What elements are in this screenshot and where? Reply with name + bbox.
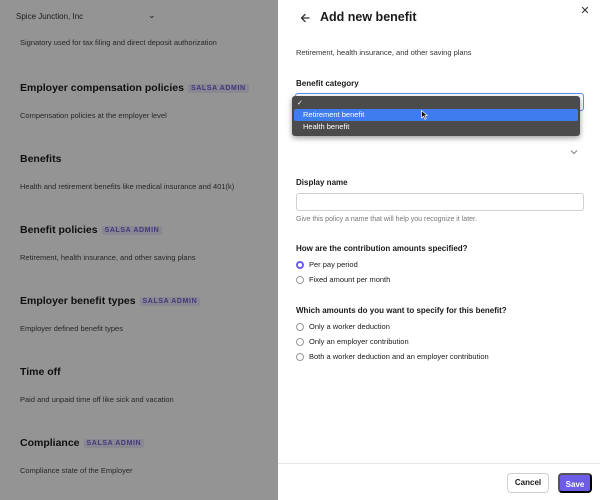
radio-per-pay-period[interactable]: Per pay period: [296, 260, 358, 269]
option-label: Retirement benefit: [303, 110, 365, 119]
radio-label: Only a worker deduction: [309, 322, 390, 331]
drawer-subtitle: Retirement, health insurance, and other …: [296, 48, 472, 57]
close-icon[interactable]: ✕: [578, 4, 592, 18]
radio-label: Per pay period: [309, 260, 358, 269]
add-benefit-drawer: ✕ Add new benefit Retirement, health ins…: [278, 0, 600, 500]
dropdown-option-health[interactable]: Health benefit: [294, 121, 578, 133]
checkmark-icon: ✓: [297, 100, 303, 107]
radio-both-deduction-and-contribution[interactable]: Both a worker deduction and an employer …: [296, 352, 489, 361]
radio-button[interactable]: [296, 322, 304, 331]
radio-label: Fixed amount per month: [309, 275, 391, 284]
drawer-title: Add new benefit: [320, 10, 417, 24]
display-name-input[interactable]: [296, 193, 584, 211]
radio-button[interactable]: [296, 275, 304, 284]
radio-label: Only an employer contribution: [309, 337, 409, 346]
contribution-question: How are the contribution amounts specifi…: [296, 244, 468, 253]
radio-button[interactable]: [296, 260, 304, 269]
cancel-button[interactable]: Cancel: [507, 473, 549, 493]
display-name-label: Display name: [296, 178, 348, 187]
radio-fixed-amount-per-month[interactable]: Fixed amount per month: [296, 275, 390, 284]
dropdown-option-empty[interactable]: ✓: [294, 97, 578, 109]
display-name-help: Give this policy a name that will help y…: [296, 216, 477, 223]
radio-only-employer-contribution[interactable]: Only an employer contribution: [296, 337, 409, 346]
chevron-down-icon[interactable]: [570, 142, 580, 155]
footer-divider: [278, 463, 600, 464]
benefit-category-label: Benefit category: [296, 79, 359, 88]
radio-button[interactable]: [296, 337, 304, 346]
radio-button[interactable]: [296, 352, 304, 361]
dropdown-option-retirement[interactable]: Retirement benefit: [294, 109, 578, 121]
back-arrow-icon[interactable]: [299, 11, 313, 25]
radio-only-worker-deduction[interactable]: Only a worker deduction: [296, 322, 390, 331]
mouse-pointer-icon: [421, 109, 429, 120]
option-label: Health benefit: [303, 122, 350, 131]
radio-label: Both a worker deduction and an employer …: [309, 352, 489, 361]
benefit-category-dropdown: ✓ Retirement benefit Health benefit: [292, 96, 580, 136]
save-button[interactable]: Save: [558, 473, 592, 493]
amounts-question: Which amounts do you want to specify for…: [296, 306, 507, 315]
